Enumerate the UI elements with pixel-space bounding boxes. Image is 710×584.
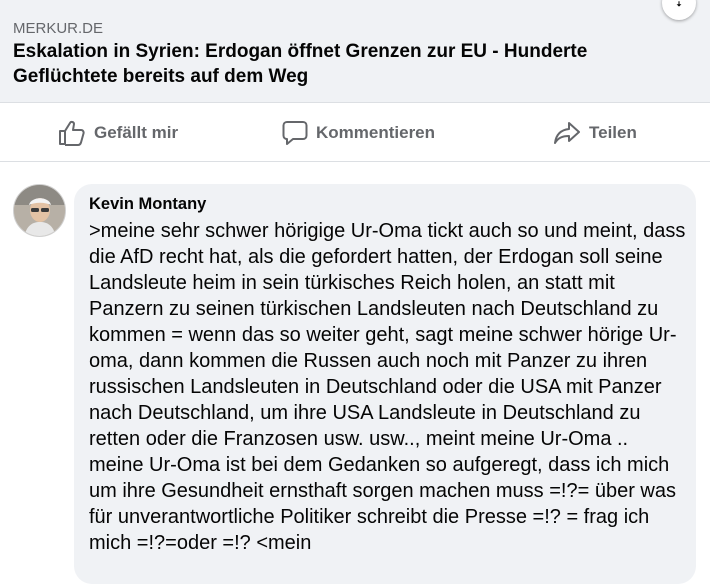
share-label: Teilen	[589, 122, 637, 142]
like-label: Gefällt mir	[94, 122, 179, 142]
comment-button[interactable]: Kommentieren	[282, 104, 435, 161]
thumbs-up-icon	[58, 120, 86, 146]
comment-text: >meine sehr schwer hörigige Ur-Oma tickt…	[89, 220, 686, 554]
comment-bubble: Kevin Montany >meine sehr schwer hörigig…	[74, 184, 696, 584]
speech-bubble-icon	[282, 120, 308, 146]
like-button[interactable]: Gefällt mir	[58, 104, 178, 161]
comment-label: Kommentieren	[316, 122, 436, 142]
share-button[interactable]: Teilen	[553, 104, 637, 161]
comment-author[interactable]: Kevin Montany	[89, 194, 686, 214]
link-title[interactable]: Eskalation in Syrien: Erdogan öffnet Gre…	[13, 39, 673, 89]
link-domain: MERKUR.DE	[13, 20, 104, 37]
link-preview-card[interactable]: MERKUR.DE Eskalation in Syrien: Erdogan …	[0, 0, 710, 103]
avatar[interactable]	[13, 184, 66, 237]
corner-button-glyph: ꜜ	[675, 0, 683, 16]
action-bar: Gefällt mir Kommentieren Teilen	[0, 104, 710, 162]
share-arrow-icon	[553, 120, 581, 146]
